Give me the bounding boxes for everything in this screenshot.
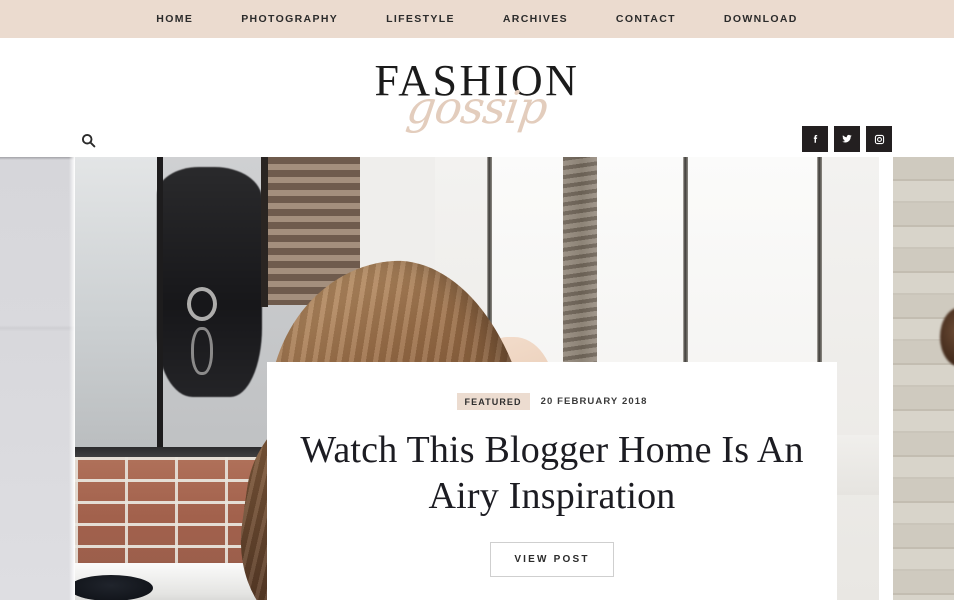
slide-meta: FEATURED 20 FEBRUARY 2018 [456, 393, 648, 410]
status-badge: FEATURED [456, 393, 530, 410]
nav-item-archives[interactable]: ARCHIVES [479, 0, 592, 38]
nav-item-photography[interactable]: PHOTOGRAPHY [217, 0, 362, 38]
slide-gap [879, 157, 893, 600]
peek-left-image [0, 157, 75, 600]
slide-peek-right[interactable] [893, 157, 954, 600]
nav-item-contact[interactable]: CONTACT [592, 0, 700, 38]
top-navigation-bar: HOME PHOTOGRAPHY LIFESTYLE ARCHIVES CONT… [0, 0, 954, 38]
search-icon[interactable] [78, 130, 98, 150]
slide-peek-left[interactable] [0, 157, 75, 600]
logo-script-text: gossip [403, 80, 551, 134]
site-header: FASHION gossip [0, 38, 954, 157]
nav-item-lifestyle[interactable]: LIFESTYLE [362, 0, 479, 38]
facebook-icon[interactable] [802, 126, 828, 152]
twitter-icon[interactable] [834, 126, 860, 152]
peek-right-image [893, 157, 954, 600]
slide-active: FEATURED 20 FEBRUARY 2018 Watch This Blo… [75, 157, 879, 600]
view-post-button[interactable]: VIEW POST [490, 542, 614, 577]
nav-item-home[interactable]: HOME [132, 0, 217, 38]
hero-slider: FEATURED 20 FEBRUARY 2018 Watch This Blo… [0, 157, 954, 600]
instagram-icon[interactable] [866, 126, 892, 152]
social-links [802, 126, 892, 152]
site-logo[interactable]: FASHION gossip [317, 53, 637, 143]
slide-caption-card: FEATURED 20 FEBRUARY 2018 Watch This Blo… [267, 362, 837, 600]
main-menu: HOME PHOTOGRAPHY LIFESTYLE ARCHIVES CONT… [132, 0, 821, 38]
page-title: Watch This Blogger Home Is An Airy Inspi… [300, 429, 804, 517]
post-date: 20 FEBRUARY 2018 [540, 396, 648, 407]
nav-item-download[interactable]: DOWNLOAD [700, 0, 822, 38]
